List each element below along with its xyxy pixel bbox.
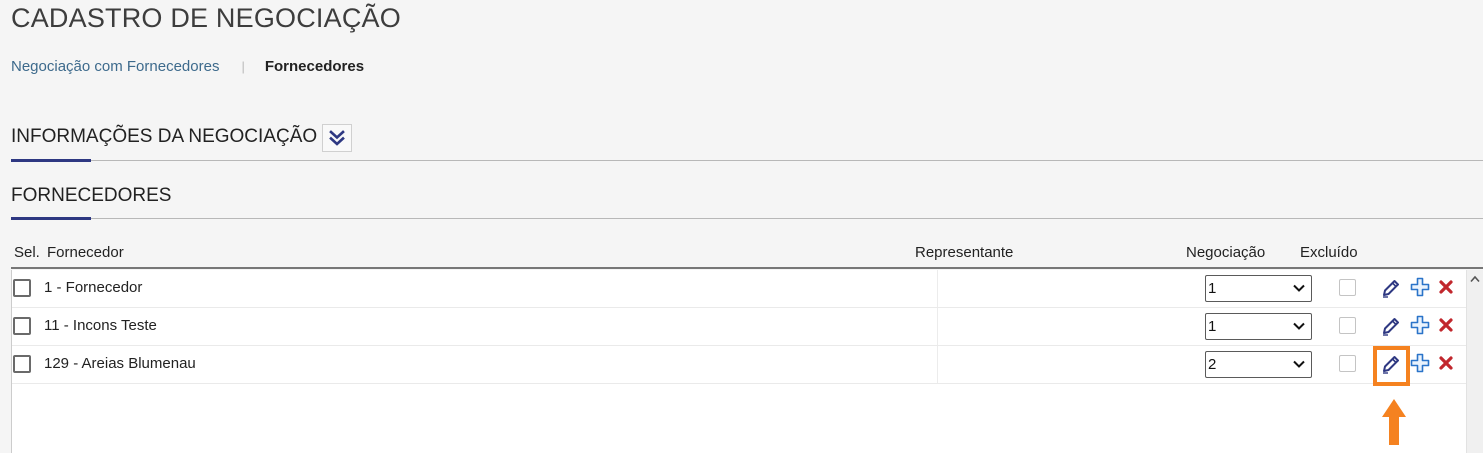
- negociacao-select-value: 1: [1208, 280, 1217, 297]
- section-informacoes: INFORMAÇÕES DA NEGOCIAÇÃO: [11, 124, 1483, 162]
- table-header: Sel. Fornecedor Representante Negociação…: [11, 242, 1483, 269]
- section-underline: [11, 217, 91, 220]
- cell-fornecedor: 129 - Areias Blumenau: [44, 355, 196, 372]
- x-delete-icon[interactable]: [1438, 279, 1454, 295]
- chevron-down-icon: [1293, 284, 1305, 292]
- x-delete-icon[interactable]: [1438, 355, 1454, 371]
- negociacao-select-value: 1: [1208, 318, 1217, 335]
- cell-representante: [937, 270, 1197, 307]
- section-title-fornecedores: FORNECEDORES: [11, 185, 172, 206]
- row-select-checkbox[interactable]: [13, 317, 31, 335]
- cell-fornecedor: 1 - Fornecedor: [44, 279, 143, 296]
- cell-fornecedor: 11 - Incons Teste: [44, 317, 157, 334]
- section-title-informacoes: INFORMAÇÕES DA NEGOCIAÇÃO: [11, 126, 318, 147]
- chevron-down-icon: [1293, 360, 1305, 368]
- annotation-arrow-up-icon: [1382, 399, 1406, 445]
- table-row: 11 - Incons Teste 1: [12, 308, 1467, 346]
- section-underline: [11, 159, 91, 162]
- chevron-down-icon: [1293, 322, 1305, 330]
- column-header-excluido: Excluído: [1300, 244, 1358, 261]
- row-select-checkbox[interactable]: [13, 355, 31, 373]
- double-chevron-down-icon: [329, 130, 345, 146]
- negociacao-select[interactable]: 1: [1205, 275, 1312, 302]
- excluido-checkbox[interactable]: [1339, 279, 1356, 296]
- breadcrumb: Negociação com Fornecedores | Fornecedor…: [11, 58, 364, 75]
- table-row: 1 - Fornecedor 1: [12, 270, 1467, 308]
- breadcrumb-separator: |: [241, 59, 245, 74]
- plus-add-icon[interactable]: [1410, 277, 1430, 297]
- breadcrumb-current: Fornecedores: [264, 58, 365, 75]
- plus-add-icon[interactable]: [1410, 353, 1430, 373]
- cell-representante: [937, 308, 1197, 345]
- row-select-checkbox[interactable]: [13, 279, 31, 297]
- expand-section-button[interactable]: [322, 124, 352, 152]
- section-fornecedores: FORNECEDORES: [11, 185, 1483, 220]
- breadcrumb-link-negociacao[interactable]: Negociação com Fornecedores: [11, 58, 219, 75]
- column-header-sel: Sel.: [14, 244, 40, 261]
- page-title: CADASTRO DE NEGOCIAÇÃO: [11, 3, 401, 33]
- pencil-edit-icon[interactable]: [1380, 353, 1402, 375]
- table-body: 1 - Fornecedor 1 11 - Incons Teste 1 129…: [11, 270, 1483, 453]
- excluido-checkbox[interactable]: [1339, 355, 1356, 372]
- table-scrollbar[interactable]: [1466, 270, 1483, 453]
- table-row: 129 - Areias Blumenau 2: [12, 346, 1467, 384]
- column-header-negociacao: Negociação: [1186, 244, 1266, 261]
- column-header-fornecedor: Fornecedor: [47, 244, 124, 261]
- pencil-edit-icon[interactable]: [1380, 315, 1402, 337]
- negociacao-select[interactable]: 2: [1205, 351, 1312, 378]
- cell-representante: [937, 346, 1197, 383]
- column-header-representante: Representante: [915, 244, 1014, 261]
- negociacao-select-value: 2: [1208, 356, 1217, 373]
- x-delete-icon[interactable]: [1438, 317, 1454, 333]
- plus-add-icon[interactable]: [1410, 315, 1430, 335]
- scroll-up-icon[interactable]: [1470, 275, 1480, 283]
- negociacao-select[interactable]: 1: [1205, 313, 1312, 340]
- excluido-checkbox[interactable]: [1339, 317, 1356, 334]
- pencil-edit-icon[interactable]: [1380, 277, 1402, 299]
